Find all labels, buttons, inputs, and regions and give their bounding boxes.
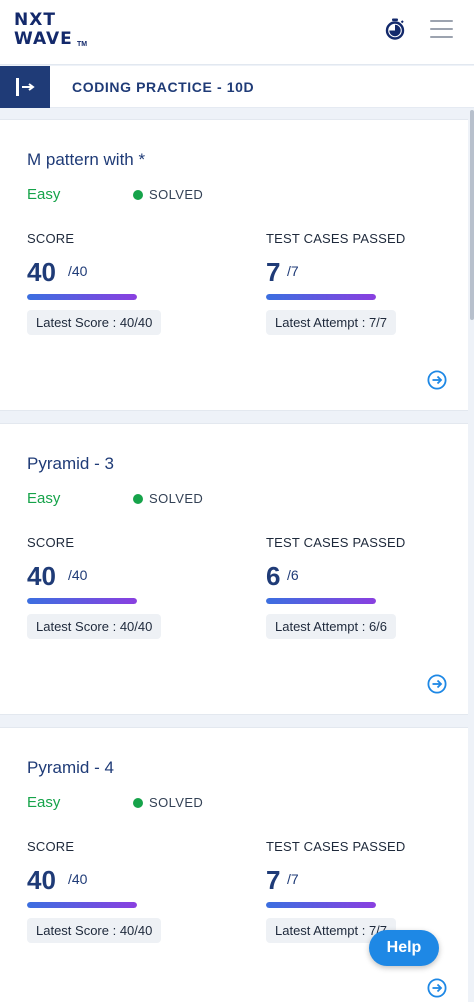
logo-trademark: TM [77,41,88,48]
test-cases-progress-fill [266,902,376,908]
score-progress-bar [27,902,137,908]
solved-status-dot [133,494,143,504]
test-cases-progress-bar [266,294,376,300]
arrow-right-circle-icon[interactable] [427,674,447,694]
test-cases-value: 7 [266,865,281,895]
score-progress-fill [27,902,137,908]
solved-status-text: SOLVED [149,795,204,810]
logo-line2: WAVE [14,29,73,49]
solved-status-dot [133,798,143,808]
test-cases-progress-bar [266,598,376,604]
latest-score-badge: Latest Score : 40/40 [27,918,162,943]
problem-card[interactable]: Pyramid - 3 Easy SOLVED SCORE 40 /40 Lat… [0,423,468,715]
score-total: /40 [68,263,88,279]
latest-score-badge: Latest Score : 40/40 [27,614,162,639]
logo-line1: NXT [14,10,56,30]
score-value: 40 [27,865,56,895]
scrollbar-thumb[interactable] [470,110,474,320]
hamburger-menu-icon[interactable] [430,20,453,38]
score-value: 40 [27,257,56,287]
test-cases-total: /7 [287,871,299,887]
top-header: NXT WAVE TM [0,0,474,65]
difficulty-label: Easy [27,794,61,811]
test-cases-total: /7 [287,263,299,279]
sidebar-expand-icon [16,78,35,96]
problem-card[interactable]: M pattern with * Easy SOLVED SCORE 40 /4… [0,119,468,411]
score-label: SCORE [27,535,75,550]
score-progress-bar [27,294,137,300]
score-progress-fill [27,294,137,300]
course-subheader: CODING PRACTICE - 10D [0,66,474,108]
test-cases-total: /6 [287,567,299,583]
problem-title[interactable]: Pyramid - 3 [27,454,114,474]
test-cases-progress-bar [266,902,376,908]
stopwatch-icon[interactable] [384,18,406,40]
score-label: SCORE [27,231,75,246]
latest-attempt-badge: Latest Attempt : 7/7 [266,310,397,335]
arrow-right-circle-icon[interactable] [427,370,447,390]
solved-status-text: SOLVED [149,491,204,506]
page-title: CODING PRACTICE - 10D [72,79,255,95]
score-total: /40 [68,567,88,583]
difficulty-label: Easy [27,490,61,507]
problem-title[interactable]: M pattern with * [27,150,145,170]
help-button[interactable]: Help [369,930,439,966]
difficulty-label: Easy [27,186,61,203]
solved-status-text: SOLVED [149,187,204,202]
solved-status-dot [133,190,143,200]
test-cases-label: TEST CASES PASSED [266,535,406,550]
latest-attempt-badge: Latest Attempt : 6/6 [266,614,397,639]
arrow-right-circle-icon[interactable] [427,978,447,998]
test-cases-progress-fill [266,294,376,300]
problem-title[interactable]: Pyramid - 4 [27,758,114,778]
test-cases-value: 7 [266,257,281,287]
latest-score-badge: Latest Score : 40/40 [27,310,162,335]
score-label: SCORE [27,839,75,854]
score-value: 40 [27,561,56,591]
nxtwave-logo[interactable]: NXT WAVE TM [14,12,94,52]
test-cases-progress-fill [266,598,376,604]
test-cases-value: 6 [266,561,281,591]
score-progress-bar [27,598,137,604]
score-progress-fill [27,598,137,604]
sidebar-toggle-button[interactable] [0,66,50,108]
test-cases-label: TEST CASES PASSED [266,231,406,246]
score-total: /40 [68,871,88,887]
test-cases-label: TEST CASES PASSED [266,839,406,854]
page: NXT WAVE TM CODING PRACTICE - 10D M patt… [0,0,474,1002]
